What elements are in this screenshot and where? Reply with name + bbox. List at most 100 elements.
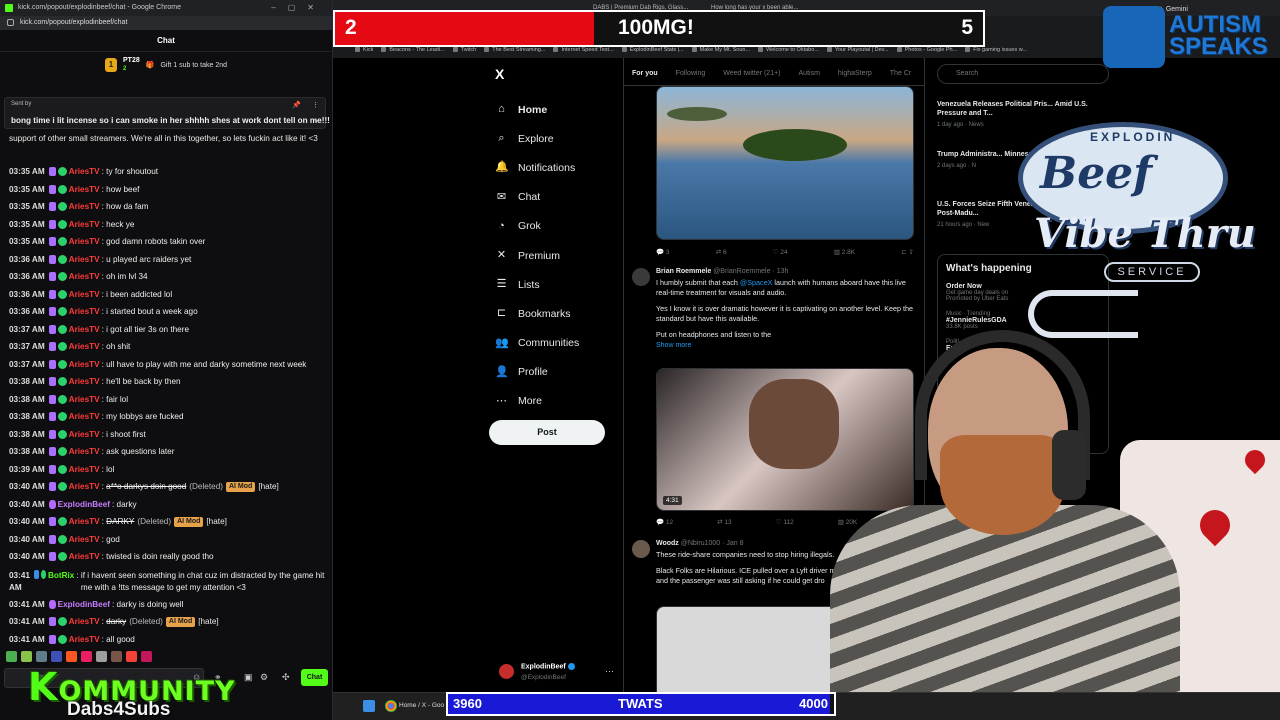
emote-icon[interactable] [141, 651, 152, 662]
subscriber-badge-icon[interactable] [48, 617, 56, 627]
message-username[interactable]: AriesTV [69, 531, 100, 549]
feed-tab[interactable]: For you [632, 58, 658, 85]
chrome-icon[interactable] [385, 700, 397, 712]
chat-message[interactable]: 03:37 AM AriesTV: ull have to play with m… [9, 356, 327, 374]
like-count[interactable]: ♡ 112 [776, 518, 794, 530]
nav-item-premium[interactable]: ✕ Premium [495, 241, 579, 270]
nav-item-bookmarks[interactable]: ⊏ Bookmarks [495, 299, 579, 328]
verified-badge-icon[interactable] [57, 289, 67, 299]
chat-message[interactable]: 03:40 AM AriesTV: DARKY (Deleted) AI Mod [ha… [9, 513, 327, 531]
nav-item-notifications[interactable]: 🔔 Notifications [495, 153, 579, 182]
like-count[interactable]: ♡ 24 [773, 248, 788, 260]
subscriber-badge-icon[interactable] [48, 464, 56, 474]
site-info-icon[interactable] [7, 19, 14, 26]
sub-gift-banner[interactable]: 1 PT28 2 🎁 Gift 1 sub to take 2nd [0, 52, 332, 78]
subscriber-badge-icon[interactable] [48, 289, 56, 299]
verified-badge-icon[interactable] [57, 634, 67, 644]
message-username[interactable]: ExplodinBeef [58, 496, 110, 514]
message-username[interactable]: AriesTV [69, 613, 100, 631]
verified-badge-icon[interactable] [57, 617, 67, 627]
message-username[interactable]: AriesTV [69, 286, 100, 304]
repost-count[interactable]: ⇄ 13 [717, 518, 732, 530]
message-username[interactable]: ExplodinBeef [58, 596, 110, 614]
chat-message[interactable]: 03:40 AM AriesTV: god [9, 531, 327, 549]
verified-badge-icon[interactable] [57, 429, 67, 439]
message-username[interactable]: AriesTV [69, 443, 100, 461]
message-username[interactable]: AriesTV [69, 408, 100, 426]
window-controls[interactable]: –▢✕ [271, 0, 326, 16]
verified-badge-icon[interactable] [57, 464, 67, 474]
feed-tab[interactable]: highaSterp [838, 58, 872, 85]
subscriber-badge-icon[interactable] [48, 447, 56, 457]
verified-badge-icon[interactable] [57, 307, 67, 317]
chat-url-bar[interactable]: kick.com/popout/explodinbeef/chat [0, 16, 332, 30]
verified-badge-icon[interactable] [57, 237, 67, 247]
more-options-icon[interactable]: ⋮ [312, 101, 319, 109]
chat-message[interactable]: 03:38 AM AriesTV: i shoot first [9, 426, 327, 444]
chat-message[interactable]: 03:40 AM AriesTV: twisted is doin really … [9, 548, 327, 566]
subscriber-badge-icon[interactable] [48, 307, 56, 317]
broadcaster-mic-icon[interactable] [48, 499, 56, 509]
chat-message[interactable]: 03:38 AM AriesTV: fair lol [9, 391, 327, 409]
subscriber-badge-icon[interactable] [48, 219, 56, 229]
subscriber-badge-icon[interactable] [48, 359, 56, 369]
chat-message[interactable]: 03:36 AM AriesTV: i started bout a week a… [9, 303, 327, 321]
message-username[interactable]: AriesTV [69, 356, 100, 374]
avatar[interactable] [632, 268, 650, 286]
emote-icon[interactable] [96, 651, 107, 662]
puzzle-icon[interactable]: ✣ [282, 672, 290, 683]
nav-item-more[interactable]: ⋯ More [495, 387, 579, 416]
message-username[interactable]: AriesTV [69, 478, 100, 496]
tweet-image[interactable] [656, 86, 914, 240]
verified-badge-icon[interactable] [57, 342, 67, 352]
message-username[interactable]: AriesTV [69, 338, 100, 356]
subscriber-badge-icon[interactable] [48, 412, 56, 422]
chat-message[interactable]: 03:41 AM AriesTV: all good [9, 631, 327, 649]
chat-message[interactable]: 03:35 AM AriesTV: how beef [9, 181, 327, 199]
emote-icon[interactable] [111, 651, 122, 662]
message-username[interactable]: AriesTV [69, 391, 100, 409]
message-username[interactable]: AriesTV [69, 198, 100, 216]
subscriber-badge-icon[interactable] [48, 482, 56, 492]
emote-icon[interactable] [66, 651, 77, 662]
verified-badge-icon[interactable] [57, 482, 67, 492]
chat-message[interactable]: 03:40 AM ExplodinBeef: darky [9, 496, 327, 514]
verified-badge-icon[interactable] [57, 377, 67, 387]
verified-badge-icon[interactable] [57, 412, 67, 422]
chat-message[interactable]: 03:35 AM AriesTV: how da fam [9, 198, 327, 216]
windows-start-icon[interactable] [363, 700, 375, 712]
subscriber-badge-icon[interactable] [48, 184, 56, 194]
feed-tab[interactable]: Autism [799, 58, 820, 85]
message-username[interactable]: AriesTV [69, 251, 100, 269]
chat-message[interactable]: 03:40 AM AriesTV: a**o darkys doin good (D… [9, 478, 327, 496]
emote-icon[interactable] [6, 651, 17, 662]
verified-badge-icon[interactable] [57, 447, 67, 457]
chat-message[interactable]: 03:35 AM AriesTV: heck ye [9, 216, 327, 234]
taskbar-window-label[interactable]: Home / X - Goo [399, 702, 444, 709]
subscriber-badge-icon[interactable] [48, 634, 56, 644]
message-username[interactable]: AriesTV [69, 373, 100, 391]
account-switcher[interactable]: ExplodinBeef @ExplodinBeef ··· [499, 660, 619, 686]
message-username[interactable]: AriesTV [69, 303, 100, 321]
view-count[interactable]: ▥ 2.8K [834, 248, 855, 260]
settings-gear-icon[interactable]: ⚙ [260, 672, 268, 683]
nav-item-explore[interactable]: ⌕ Explore [495, 124, 579, 153]
feed-tab[interactable]: Weed twitter (21+) [723, 58, 780, 85]
emote-bar[interactable] [6, 651, 152, 662]
nav-item-home[interactable]: ⌂ Home [495, 95, 579, 124]
verified-badge-icon[interactable] [57, 517, 67, 527]
chat-message[interactable]: 03:39 AM AriesTV: lol [9, 461, 327, 479]
message-username[interactable]: AriesTV [69, 631, 100, 649]
message-username[interactable]: AriesTV [69, 321, 100, 339]
reply-count[interactable]: 💬 12 [656, 518, 673, 530]
chat-message[interactable]: 03:41 AM BotRix: if i havent seen somethi… [9, 566, 327, 596]
verified-badge-icon[interactable] [40, 569, 46, 579]
emote-icon[interactable] [126, 651, 137, 662]
message-username[interactable]: AriesTV [69, 268, 100, 286]
nav-item-chat[interactable]: ✉ Chat [495, 183, 579, 212]
avatar[interactable] [632, 540, 650, 558]
chat-message[interactable]: 03:38 AM AriesTV: my lobbys are fucked [9, 408, 327, 426]
chat-message[interactable]: 03:38 AM AriesTV: he'll be back by then [9, 373, 327, 391]
nav-item-profile[interactable]: 👤 Profile [495, 358, 579, 387]
verified-badge-icon[interactable] [57, 272, 67, 282]
